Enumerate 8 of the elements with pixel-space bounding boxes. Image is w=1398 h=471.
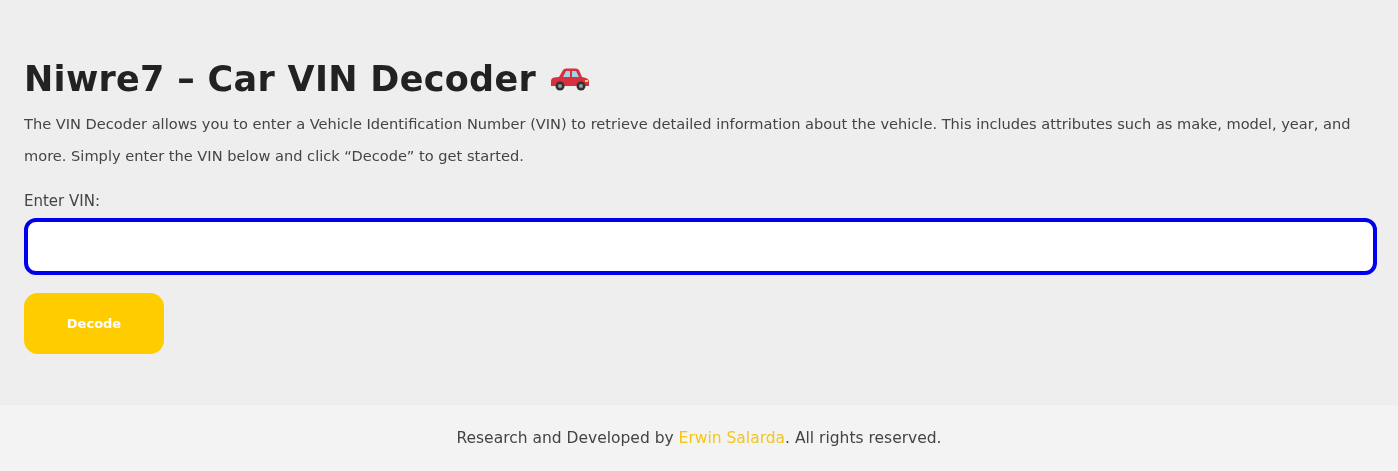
vin-input-field[interactable]: [24, 218, 1377, 275]
vin-label: Enter VIN:: [24, 192, 101, 210]
page-title: Niwre7 – Car VIN Decoder: [24, 59, 537, 99]
decode-button[interactable]: Decode: [24, 293, 164, 354]
car-icon: [550, 67, 591, 91]
author-link[interactable]: Erwin Salarda: [678, 429, 786, 447]
footer-text: Research and Developed by Erwin Salarda. All rights reserved.: [456, 429, 942, 447]
description-text: The VIN Decoder allows you to enter a Vehicle Identification Number (VIN) to retrieve detailed information about the vehicle. This includes attributes such as make, model, year, and more. Simply enter the VIN below and click “Decode” to get started.: [24, 114, 1352, 166]
